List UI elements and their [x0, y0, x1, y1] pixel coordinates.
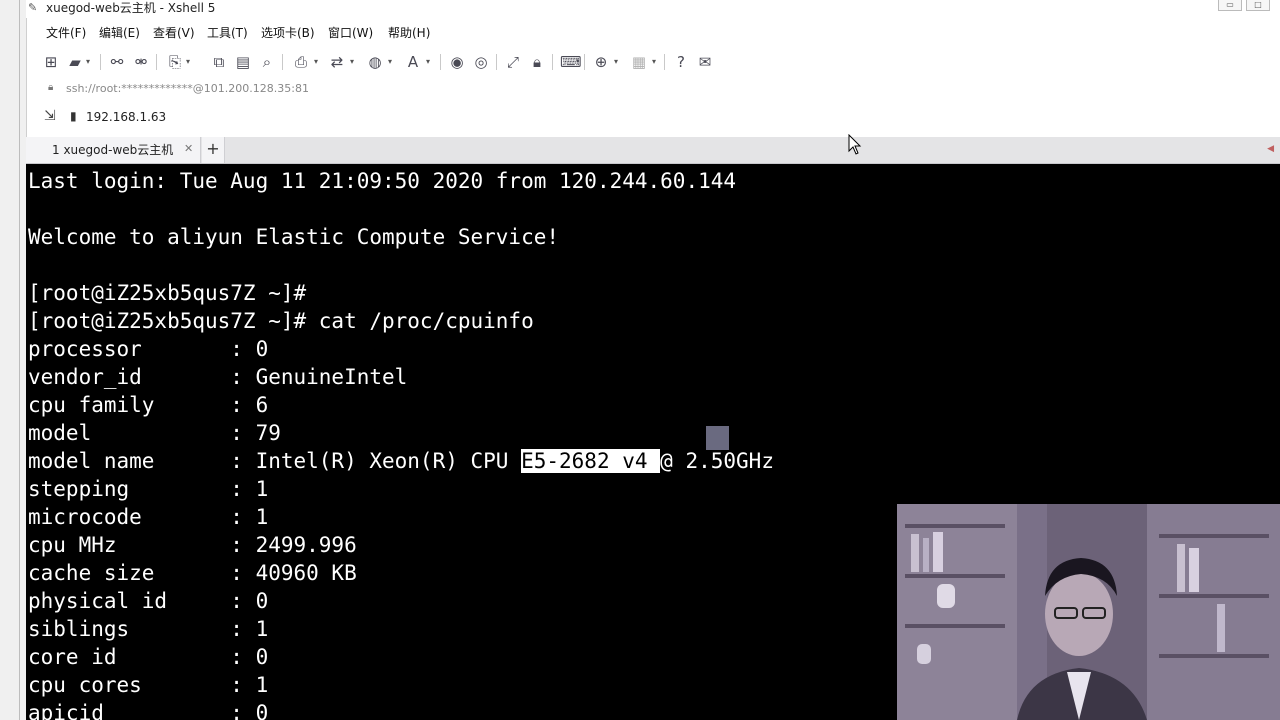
tab-bar: 1 xuegod-web云主机 ✕ + ◀ — [26, 137, 1280, 164]
menu-tabs[interactable]: 选项卡(B) — [261, 26, 315, 40]
font-dropdown-icon[interactable]: ▾ — [426, 54, 430, 70]
lock-icon: 🔒︎ — [48, 82, 54, 93]
layout-icon[interactable]: ▦ — [630, 53, 648, 71]
properties-dropdown-icon[interactable]: ▾ — [186, 54, 190, 70]
menu-tools[interactable]: 工具(T) — [207, 26, 248, 40]
tab-scroll-icon[interactable]: ◀ — [1267, 144, 1274, 154]
tab-close-icon[interactable]: ✕ — [184, 142, 193, 155]
tab-session[interactable]: 1 xuegod-web云主机 ✕ — [26, 137, 201, 163]
mouse-pointer-icon — [848, 134, 862, 155]
xshell-app-icon: ✎ — [28, 1, 38, 14]
session-address[interactable]: ssh://root:*************@101.200.128.35:… — [66, 82, 309, 96]
address-bar: 🔒︎ ssh://root:*************@101.200.128.… — [26, 78, 1280, 100]
menu-bar: 文件(F) 编辑(E) 查看(V) 工具(T) 选项卡(B) 窗口(W) 帮助(… — [26, 22, 1280, 44]
layout-dropdown-icon[interactable]: ▾ — [652, 54, 656, 70]
presenter-video-image — [897, 504, 1280, 720]
terminal-line: vendor_id : GenuineIntel — [28, 365, 408, 389]
print-dropdown-icon[interactable]: ▾ — [314, 54, 318, 70]
terminal-line: processor : 0 — [28, 337, 269, 361]
menu-edit[interactable]: 编辑(E) — [99, 26, 140, 40]
transfer-icon[interactable]: ⇄ — [328, 53, 346, 71]
copy-icon[interactable]: ⧉ — [210, 53, 228, 71]
compose-dropdown-icon[interactable]: ▾ — [614, 54, 618, 70]
terminal-line: stepping : 1 — [28, 477, 269, 501]
terminal-line: microcode : 1 — [28, 505, 269, 529]
terminal-line: apicid : 0 — [28, 701, 269, 720]
model-name-prefix: model name : Intel(R) Xeon(R) CPU — [28, 449, 522, 473]
bookmark-link[interactable]: 192.168.1.63 — [86, 110, 166, 124]
bookmark-icon: ▮ — [70, 109, 77, 123]
window-title: xuegod-web云主机 - Xshell 5 — [46, 1, 216, 15]
terminal-line: cpu family : 6 — [28, 393, 269, 417]
terminal-line: [root@iZ25xb5qus7Z ~]# cat /proc/cpuinfo — [28, 309, 534, 333]
open-folder-icon[interactable]: ▰ — [66, 53, 84, 71]
xftp-icon[interactable]: ◉ — [448, 53, 466, 71]
terminal-line: Last login: Tue Aug 11 21:09:50 2020 fro… — [28, 169, 737, 193]
find-icon[interactable]: ⌕ — [258, 53, 276, 71]
terminal-line: cpu cores : 1 — [28, 673, 269, 697]
chat-icon[interactable]: ✉ — [696, 53, 714, 71]
paste-icon[interactable]: ▤ — [234, 53, 252, 71]
session-manager-icon[interactable]: ⇲ — [44, 108, 56, 124]
globe-icon[interactable]: ◍ — [366, 53, 384, 71]
terminal-line: Welcome to aliyun Elastic Compute Servic… — [28, 225, 560, 249]
print-icon[interactable]: ⎙ — [292, 53, 310, 71]
tab-label: 1 xuegod-web云主机 — [52, 143, 174, 157]
menu-view[interactable]: 查看(V) — [153, 26, 195, 40]
menu-window[interactable]: 窗口(W) — [328, 26, 373, 40]
transfer-dropdown-icon[interactable]: ▾ — [350, 54, 354, 70]
terminal-line-model-name: model name : Intel(R) Xeon(R) CPU E5-268… — [28, 447, 774, 475]
terminal-line: siblings : 1 — [28, 617, 269, 641]
font-icon[interactable]: A — [404, 53, 422, 71]
keyboard-icon[interactable]: ⌨ — [560, 53, 582, 71]
lock-icon[interactable]: 🔒︎ — [528, 53, 546, 71]
maximize-button[interactable]: □ — [1246, 0, 1270, 11]
selected-text[interactable]: E5-2682 v4 — [521, 449, 661, 473]
menu-file[interactable]: 文件(F) — [46, 26, 86, 40]
model-name-suffix: @ 2.50GHz — [660, 449, 774, 473]
terminal-line: cache size : 40960 KB — [28, 561, 357, 585]
terminal-line: physical id : 0 — [28, 589, 269, 613]
new-session-icon[interactable]: ⊞ — [42, 53, 60, 71]
terminal-line: [root@iZ25xb5qus7Z ~]# — [28, 281, 307, 305]
restore-button[interactable]: ▭ — [1218, 0, 1242, 11]
fullscreen-icon[interactable]: ⤢ — [504, 53, 522, 71]
terminal-line: core id : 0 — [28, 645, 269, 669]
disconnect-icon[interactable]: ⚮ — [132, 53, 150, 71]
title-bar: ✎ xuegod-web云主机 - Xshell 5 ▭ □ — [26, 0, 1280, 18]
terminal-line: model : 79 — [28, 421, 281, 445]
reconnect-icon[interactable]: ⚯ — [108, 53, 126, 71]
toolbar: ⊞ ▰ ▾ ⚯ ⚮ ⎘ ▾ ⧉ ▤ ⌕ ⎙ ▾ ⇄ ▾ ◍ ▾ A ▾ ◉ ◎ … — [26, 48, 1280, 76]
tunnel-icon[interactable]: ◎ — [472, 53, 490, 71]
terminal-line: cpu MHz : 2499.996 — [28, 533, 357, 557]
left-window-edge — [0, 0, 27, 720]
compose-icon[interactable]: ⊕ — [592, 53, 610, 71]
globe-dropdown-icon[interactable]: ▾ — [388, 54, 392, 70]
help-icon[interactable]: ? — [672, 53, 690, 71]
new-tab-button[interactable]: + — [202, 137, 225, 163]
properties-icon[interactable]: ⎘ — [166, 53, 184, 71]
open-dropdown-icon[interactable]: ▾ — [86, 54, 90, 70]
presenter-video-overlay — [897, 504, 1280, 720]
menu-help[interactable]: 帮助(H) — [388, 26, 430, 40]
links-bar: ⇲ ▮ 192.168.1.63 — [26, 106, 1280, 128]
